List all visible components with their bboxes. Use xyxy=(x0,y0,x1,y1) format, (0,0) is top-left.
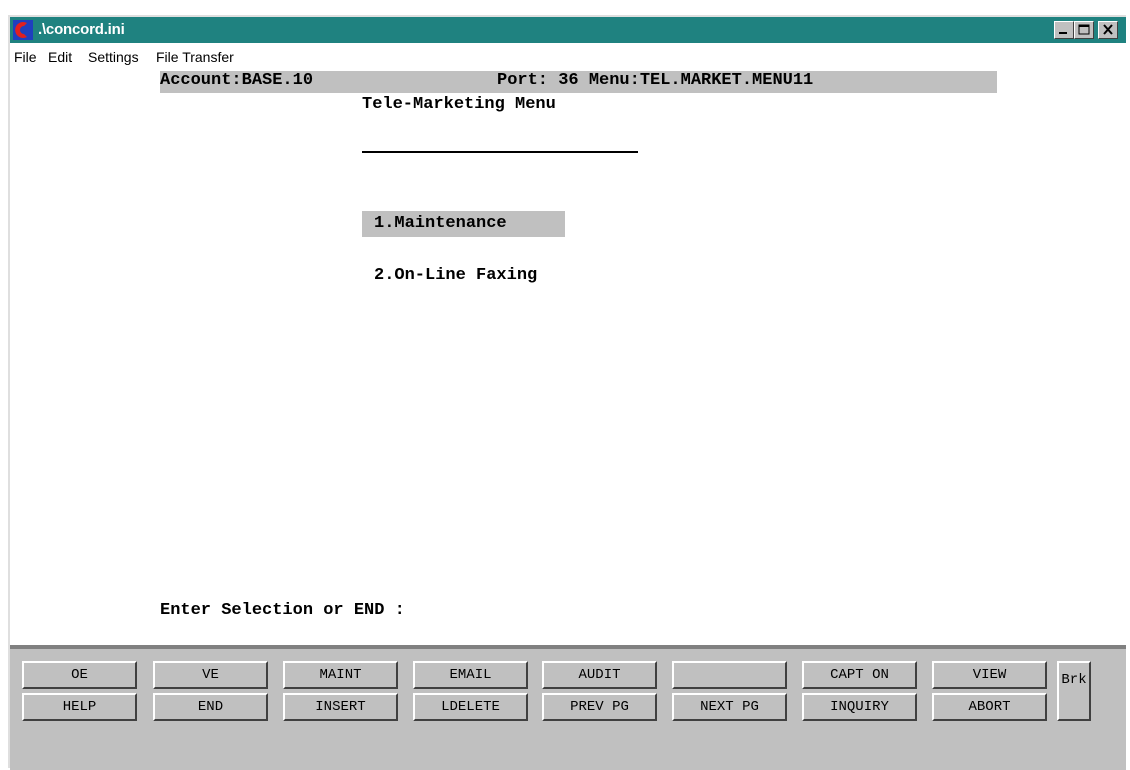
fkey-next-pg[interactable]: NEXT PG xyxy=(672,693,787,721)
fkey-break[interactable]: Brk xyxy=(1057,661,1091,721)
fkey-audit[interactable]: AUDIT xyxy=(542,661,657,689)
menu-edit[interactable]: Edit xyxy=(48,49,72,65)
fkey-capt-on[interactable]: CAPT ON xyxy=(802,661,917,689)
menu-file-transfer[interactable]: File Transfer xyxy=(156,49,234,65)
minimize-button[interactable] xyxy=(1054,21,1074,39)
title-bar[interactable]: .\concord.ini xyxy=(10,17,1126,43)
fkey-end[interactable]: END xyxy=(153,693,268,721)
fkey-blank[interactable] xyxy=(672,661,787,689)
close-button[interactable] xyxy=(1098,21,1118,39)
menu-title: Tele-Marketing Menu xyxy=(362,95,556,114)
maximize-button[interactable] xyxy=(1074,21,1094,39)
fkey-abort[interactable]: ABORT xyxy=(932,693,1047,721)
fkey-email[interactable]: EMAIL xyxy=(413,661,528,689)
account-label: Account:BASE.10 xyxy=(160,71,314,90)
menu-option-online-faxing[interactable]: 2.On-Line Faxing xyxy=(374,266,537,285)
port-menu-label: Port: 36 Menu:TEL.MARKET.MENU11 xyxy=(497,71,814,90)
fkey-oe[interactable]: OE xyxy=(22,661,137,689)
menu-file[interactable]: File xyxy=(14,49,37,65)
menu-bar: File Edit Settings File Transfer xyxy=(10,43,1126,71)
fkey-ve[interactable]: VE xyxy=(153,661,268,689)
terminal-screen[interactable]: Account:BASE.10 Port: 36 Menu:TEL.MARKET… xyxy=(10,71,1126,645)
fkey-inquiry[interactable]: INQUIRY xyxy=(802,693,917,721)
title-underline xyxy=(362,151,638,153)
window-title: .\concord.ini xyxy=(38,21,125,38)
app-icon[interactable] xyxy=(13,20,33,40)
terminal-window: .\concord.ini File Edit Settings File Tr… xyxy=(8,15,1126,770)
fkey-help[interactable]: HELP xyxy=(22,693,137,721)
fkey-view[interactable]: VIEW xyxy=(932,661,1047,689)
fkey-prev-pg[interactable]: PREV PG xyxy=(542,693,657,721)
fkey-ldelete[interactable]: LDELETE xyxy=(413,693,528,721)
fkey-insert[interactable]: INSERT xyxy=(283,693,398,721)
function-key-panel: OE VE MAINT EMAIL AUDIT CAPT ON VIEW HEL… xyxy=(10,649,1126,770)
menu-option-maintenance[interactable]: 1.Maintenance xyxy=(374,214,507,233)
menu-settings[interactable]: Settings xyxy=(88,49,139,65)
fkey-maint[interactable]: MAINT xyxy=(283,661,398,689)
selection-prompt: Enter Selection or END : xyxy=(160,601,405,620)
